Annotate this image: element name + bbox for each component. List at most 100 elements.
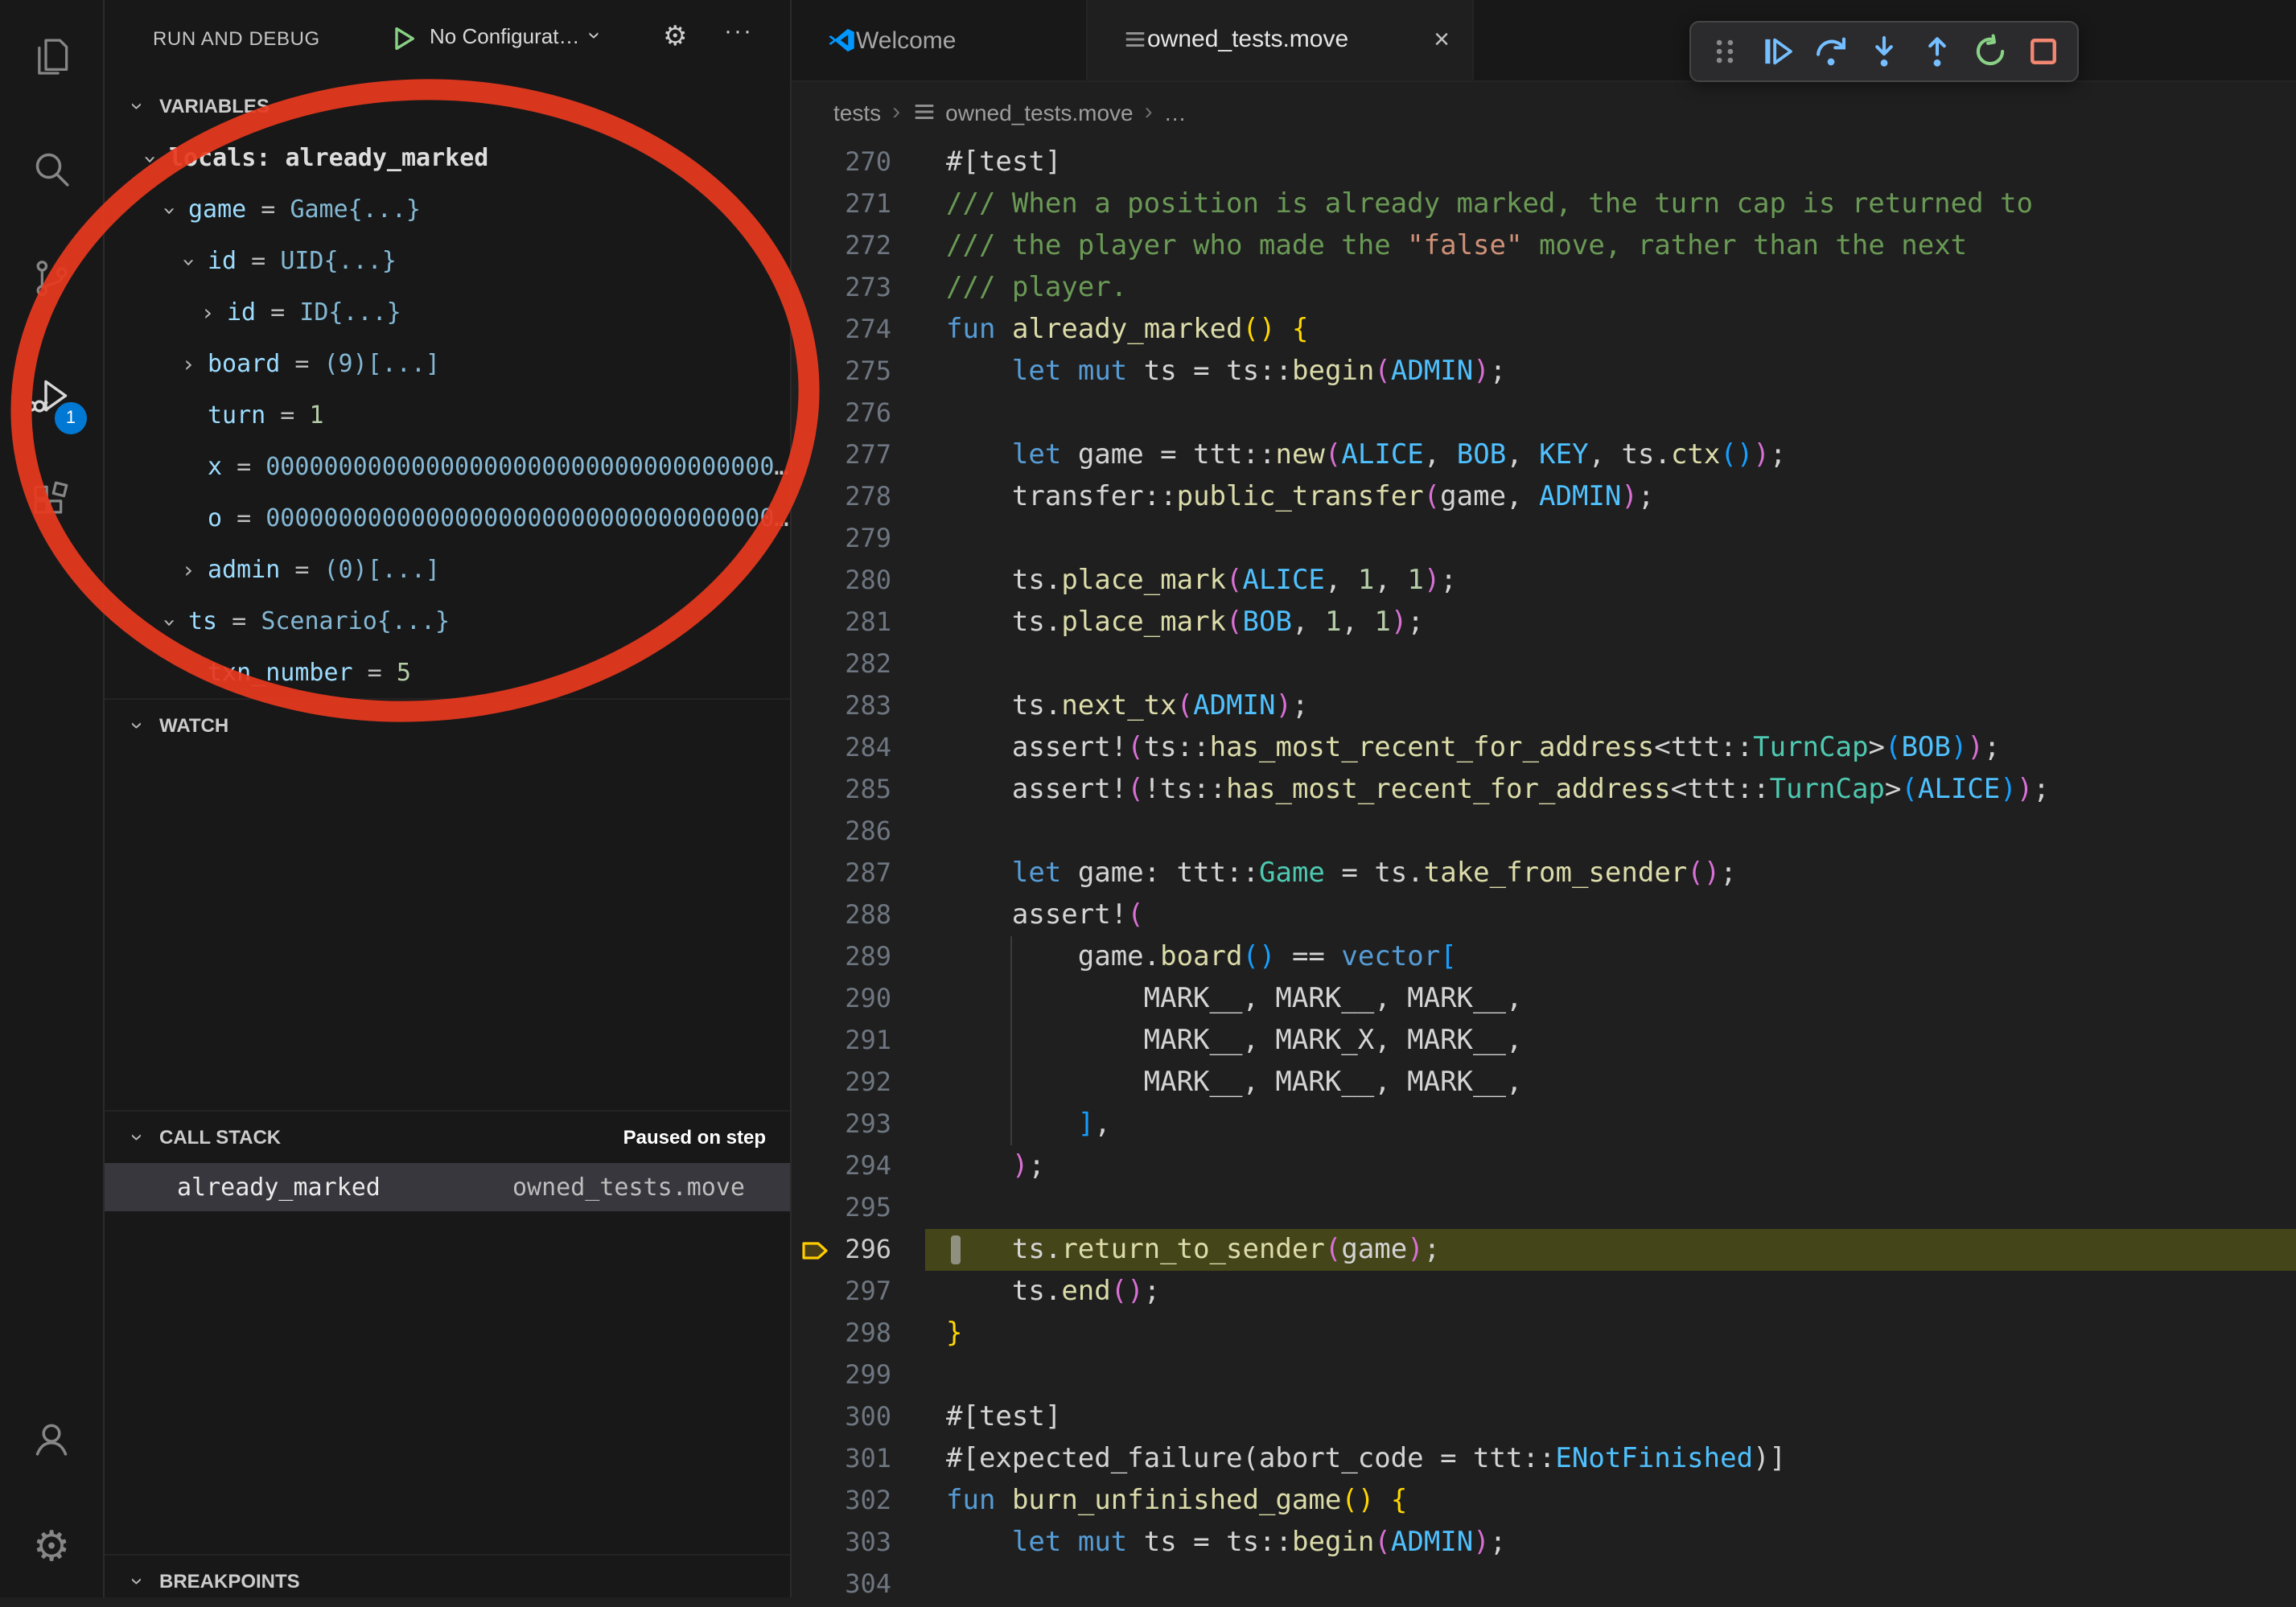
variable-row-id[interactable]: ›id = ID{...} [103, 286, 790, 338]
line-number[interactable]: 271 [840, 183, 891, 225]
call-stack-frame[interactable]: already_markedowned_tests.move [103, 1163, 790, 1211]
glyph-margin[interactable] [792, 727, 840, 769]
line-number[interactable]: 270 [840, 142, 891, 183]
line-number[interactable]: 288 [840, 894, 891, 936]
continue-button[interactable] [1757, 31, 1799, 72]
glyph-margin[interactable] [792, 1104, 840, 1145]
settings-gear-icon[interactable]: ⚙ [29, 1523, 74, 1568]
glyph-margin[interactable] [792, 309, 840, 351]
code-text[interactable]: fun burn_unfinished_game() { [946, 1480, 1407, 1522]
glyph-margin[interactable] [792, 560, 840, 602]
code-text[interactable]: assert!(!ts::has_most_recent_for_address… [946, 769, 2050, 811]
glyph-margin[interactable] [792, 1354, 840, 1396]
variable-row-board[interactable]: ›board = (9)[...] [103, 338, 790, 389]
glyph-margin[interactable] [792, 351, 840, 393]
code-text[interactable]: ts.return_to_sender(game); [946, 1229, 1440, 1271]
start-debugging-button[interactable] [389, 24, 418, 61]
line-number[interactable]: 285 [840, 769, 891, 811]
variable-row-txn_number[interactable]: ›txn_number = 5 [103, 647, 790, 698]
line-number[interactable]: 283 [840, 685, 891, 727]
extensions-icon[interactable] [29, 479, 74, 524]
glyph-margin[interactable] [792, 1062, 840, 1104]
step-over-button[interactable] [1810, 31, 1852, 72]
line-number[interactable]: 277 [840, 434, 891, 476]
code-text[interactable]: /// When a position is already marked, t… [946, 183, 2033, 225]
debug-config-dropdown[interactable]: No Configurations › [430, 23, 599, 48]
code-text[interactable]: MARK__, MARK__, MARK__, [946, 978, 1522, 1020]
code-text[interactable]: let mut ts = ts::begin(ADMIN); [946, 351, 1506, 393]
glyph-margin[interactable] [792, 1438, 840, 1480]
line-number[interactable]: 289 [840, 936, 891, 978]
line-number[interactable]: 276 [840, 393, 891, 434]
current-line-arrow-icon[interactable] [792, 1229, 840, 1271]
code-text[interactable]: fun already_marked() { [946, 309, 1309, 351]
search-icon[interactable] [29, 146, 74, 191]
code-text[interactable]: ts.next_tx(ADMIN); [946, 685, 1309, 727]
breakpoints-section-header[interactable]: › BREAKPOINTS [103, 1554, 790, 1607]
line-number[interactable]: 284 [840, 727, 891, 769]
glyph-margin[interactable] [792, 978, 840, 1020]
restart-button[interactable] [1969, 31, 2011, 72]
line-number[interactable]: 299 [840, 1354, 891, 1396]
code-text[interactable]: /// player. [946, 267, 1127, 309]
line-number[interactable]: 291 [840, 1020, 891, 1062]
glyph-margin[interactable] [792, 1313, 840, 1354]
glyph-margin[interactable] [792, 183, 840, 225]
glyph-margin[interactable] [792, 769, 840, 811]
glyph-margin[interactable] [792, 1522, 840, 1564]
code-text[interactable]: let mut ts = ts::begin(ADMIN); [946, 1522, 1506, 1564]
line-number[interactable]: 272 [840, 225, 891, 267]
tab-owned_tests-move[interactable]: owned_tests.move× [1088, 0, 1474, 80]
line-number[interactable]: 297 [840, 1271, 891, 1313]
line-number[interactable]: 278 [840, 476, 891, 518]
glyph-margin[interactable] [792, 434, 840, 476]
line-number[interactable]: 295 [840, 1187, 891, 1229]
variable-row-admin[interactable]: ›admin = (0)[...] [103, 544, 790, 595]
glyph-margin[interactable] [792, 1480, 840, 1522]
code-text[interactable]: assert!(ts::has_most_recent_for_address<… [946, 727, 2000, 769]
line-number[interactable]: 282 [840, 643, 891, 685]
source-control-icon[interactable] [29, 256, 74, 301]
line-number[interactable]: 273 [840, 267, 891, 309]
variables-section-header[interactable]: › VARIABLES [103, 80, 790, 132]
line-number[interactable]: 294 [840, 1145, 891, 1187]
line-number[interactable]: 275 [840, 351, 891, 393]
variable-row-turn[interactable]: ›turn = 1 [103, 389, 790, 441]
code-text[interactable]: ); [946, 1145, 1045, 1187]
code-text[interactable]: game.board() == vector[ [946, 936, 1457, 978]
variable-row-o[interactable]: ›o = 00000000000000000000000000000000000… [103, 492, 790, 544]
line-number[interactable]: 300 [840, 1396, 891, 1438]
glyph-margin[interactable] [792, 225, 840, 267]
explorer-icon[interactable] [29, 34, 74, 79]
line-number[interactable]: 290 [840, 978, 891, 1020]
glyph-margin[interactable] [792, 476, 840, 518]
code-text[interactable]: MARK__, MARK__, MARK__, [946, 1062, 1522, 1104]
line-number[interactable]: 286 [840, 811, 891, 853]
glyph-margin[interactable] [792, 643, 840, 685]
glyph-margin[interactable] [792, 1187, 840, 1229]
line-number[interactable]: 298 [840, 1313, 891, 1354]
line-number[interactable]: 287 [840, 853, 891, 894]
stop-button[interactable] [2022, 31, 2064, 72]
step-into-button[interactable] [1863, 31, 1905, 72]
more-actions-icon[interactable]: ··· [724, 18, 753, 45]
line-number[interactable]: 303 [840, 1522, 891, 1564]
gear-icon[interactable]: ⚙ [663, 21, 688, 53]
breadcrumb-item-tests[interactable]: tests [833, 99, 881, 125]
line-number[interactable]: 274 [840, 309, 891, 351]
glyph-margin[interactable] [792, 142, 840, 183]
code-text[interactable]: MARK__, MARK_X, MARK__, [946, 1020, 1522, 1062]
code-text[interactable]: let game = ttt::new(ALICE, BOB, KEY, ts.… [946, 434, 1786, 476]
variables-scope-row[interactable]: ›locals: already_marked [103, 132, 790, 183]
code-text[interactable]: ts.end(); [946, 1271, 1160, 1313]
line-number[interactable]: 281 [840, 602, 891, 643]
line-number[interactable]: 301 [840, 1438, 891, 1480]
code-text[interactable]: assert!( [946, 894, 1144, 936]
glyph-margin[interactable] [792, 1564, 840, 1605]
tab-welcome[interactable]: Welcome [792, 0, 1088, 80]
code-text[interactable]: #[test] [946, 1396, 1061, 1438]
line-number[interactable]: 296 [840, 1229, 891, 1271]
code-text[interactable]: #[expected_failure(abort_code = ttt::ENo… [946, 1438, 1786, 1480]
code-text[interactable]: transfer::public_transfer(game, ADMIN); [946, 476, 1654, 518]
call-stack-section-header[interactable]: › CALL STACK Paused on step [103, 1110, 790, 1163]
